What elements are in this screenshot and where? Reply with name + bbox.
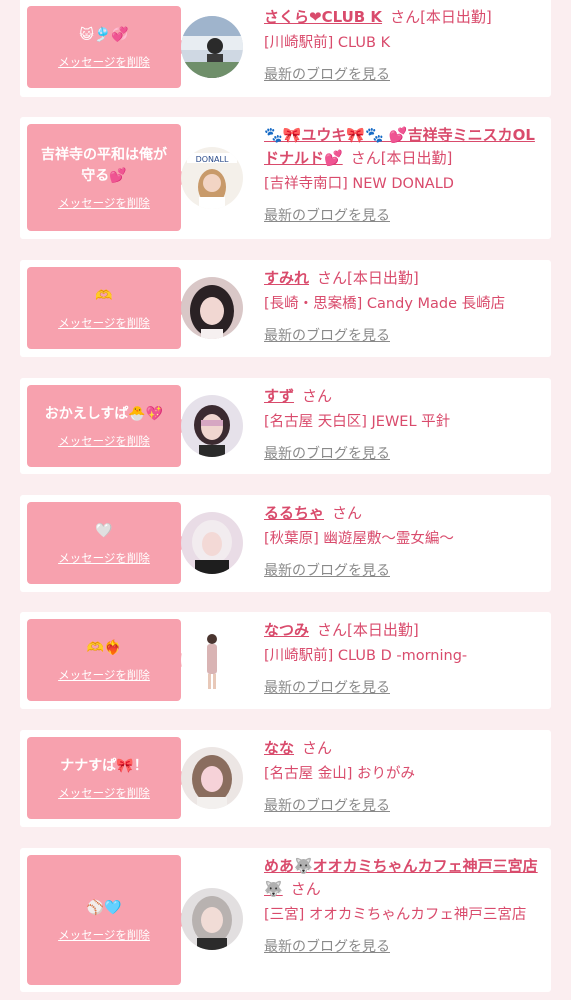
- avatar[interactable]: [181, 747, 243, 809]
- delete-message-link[interactable]: メッセージを削除: [58, 433, 150, 449]
- message-text: 🤍: [95, 522, 113, 539]
- delete-message-link[interactable]: メッセージを削除: [58, 195, 150, 211]
- entry-info: るるちゃ さん [秋葉原] 幽遊屋敷〜霊女編〜 最新のブログを見る: [264, 502, 546, 580]
- svg-text:DONALL: DONALL: [196, 155, 229, 164]
- message-bubble: 🤍 メッセージを削除: [27, 502, 188, 584]
- status-badge: [本日出勤]: [380, 149, 453, 167]
- girl-name-link[interactable]: なな: [264, 739, 294, 757]
- entry-info: さくら❤CLUB K さん[本日出勤] [川崎駅前] CLUB K 最新のブログを…: [264, 6, 546, 84]
- status-badge: [本日出勤]: [420, 8, 492, 26]
- message-card: 吉祥寺の平和は俺が守る💕 メッセージを削除 DONALL 🐾🎀ユウキ🎀🐾 💕吉祥…: [20, 117, 551, 239]
- message-card: ナナすぱ🎀！ メッセージを削除 なな さん [名古屋 金山] おりがみ 最新のブロ…: [20, 730, 551, 827]
- entry-info: すず さん [名古屋 天白区] JEWEL 平針 最新のブログを見る: [264, 385, 546, 463]
- blog-link[interactable]: 最新のブログを見る: [264, 560, 390, 580]
- girl-name-link[interactable]: るるちゃ: [264, 504, 324, 522]
- message-text: 🫶: [95, 287, 113, 304]
- entry-info: めあ🐺オオカミちゃんカフェ神戸三宮店🐺 さん [三宮] オオカミちゃんカフェ神戸三…: [264, 855, 546, 956]
- honorific: さん: [350, 149, 381, 167]
- blog-link[interactable]: 最新のブログを見る: [264, 677, 390, 697]
- message-bubble: 🫶 メッセージを削除: [27, 267, 188, 349]
- message-card: 🫶❤️‍🔥 メッセージを削除 なつみ さん[本日出勤] [川崎駅前] CLUB D…: [20, 612, 551, 709]
- blog-link[interactable]: 最新のブログを見る: [264, 64, 390, 84]
- blog-link[interactable]: 最新のブログを見る: [264, 205, 390, 225]
- girl-name-link[interactable]: さくら❤CLUB K: [264, 8, 382, 26]
- shop-name: [吉祥寺南口] NEW DONALD: [264, 176, 454, 192]
- message-bubble: ナナすぱ🎀！ メッセージを削除: [27, 737, 188, 819]
- status-badge: [本日出勤]: [347, 269, 419, 287]
- honorific: さん: [390, 8, 421, 26]
- avatar[interactable]: [181, 395, 243, 457]
- entry-info: なな さん [名古屋 金山] おりがみ 最新のブログを見る: [264, 737, 546, 815]
- message-text: ⚾🩵: [86, 899, 122, 916]
- entry-info: すみれ さん[本日出勤] [長崎・思案橋] Candy Made 長崎店 最新のブ…: [264, 267, 546, 345]
- delete-message-link[interactable]: メッセージを削除: [58, 927, 150, 943]
- entry-info: 🐾🎀ユウキ🎀🐾 💕吉祥寺ミニスカOLドナルド💕 さん[本日出勤] [吉祥寺南口] …: [264, 124, 546, 225]
- delete-message-link[interactable]: メッセージを削除: [58, 315, 150, 331]
- girl-name-link[interactable]: すず: [264, 387, 294, 405]
- avatar[interactable]: DONALL: [181, 147, 243, 209]
- honorific: さん: [317, 269, 348, 287]
- blog-link[interactable]: 最新のブログを見る: [264, 936, 390, 956]
- honorific: さん: [290, 880, 321, 898]
- girl-name-link[interactable]: すみれ: [264, 269, 309, 287]
- message-card: 😺🎐💞 メッセージを削除 さくら❤CLUB K さん[本日出勤] [川崎駅前] C…: [20, 0, 551, 97]
- blog-link[interactable]: 最新のブログを見る: [264, 325, 390, 345]
- message-text: 🫶❤️‍🔥: [86, 639, 122, 656]
- avatar[interactable]: [181, 629, 243, 691]
- message-bubble: 🫶❤️‍🔥 メッセージを削除: [27, 619, 188, 701]
- entry-info: なつみ さん[本日出勤] [川崎駅前] CLUB D -morning- 最新のブ…: [264, 619, 546, 697]
- message-card: 🤍 メッセージを削除 るるちゃ さん [秋葉原] 幽遊屋敷〜霊女編〜 最新のブログ…: [20, 495, 551, 592]
- honorific: さん: [332, 504, 363, 522]
- delete-message-link[interactable]: メッセージを削除: [58, 667, 150, 683]
- status-badge: [本日出勤]: [347, 621, 419, 639]
- avatar[interactable]: [181, 888, 243, 950]
- message-bubble: 😺🎐💞 メッセージを削除: [27, 6, 188, 88]
- delete-message-link[interactable]: メッセージを削除: [58, 54, 150, 70]
- message-bubble: ⚾🩵 メッセージを削除: [27, 855, 188, 985]
- message-bubble: 吉祥寺の平和は俺が守る💕 メッセージを削除: [27, 124, 188, 231]
- delete-message-link[interactable]: メッセージを削除: [58, 785, 150, 801]
- shop-name: [名古屋 天白区] JEWEL 平針: [264, 414, 451, 430]
- message-text: 😺🎐💞: [79, 26, 129, 43]
- message-text: 吉祥寺の平和は俺が守る💕: [41, 146, 167, 184]
- message-text: おかえしすぱ🐣💖: [44, 405, 164, 422]
- delete-message-link[interactable]: メッセージを削除: [58, 550, 150, 566]
- message-text: ナナすぱ🎀！: [60, 757, 148, 774]
- shop-name: [川崎駅前] CLUB K: [264, 35, 391, 51]
- blog-link[interactable]: 最新のブログを見る: [264, 443, 390, 463]
- blog-link[interactable]: 最新のブログを見る: [264, 795, 390, 815]
- shop-name: [長崎・思案橋] Candy Made 長崎店: [264, 296, 506, 312]
- shop-name: [川崎駅前] CLUB D -morning-: [264, 648, 468, 664]
- message-bubble: おかえしすぱ🐣💖 メッセージを削除: [27, 385, 188, 467]
- message-card: 🫶 メッセージを削除 すみれ さん[本日出勤] [長崎・思案橋] Candy Ma…: [20, 260, 551, 357]
- honorific: さん: [302, 739, 333, 757]
- avatar[interactable]: [181, 16, 243, 78]
- avatar[interactable]: [181, 277, 243, 339]
- shop-name: [秋葉原] 幽遊屋敷〜霊女編〜: [264, 531, 454, 547]
- shop-name: [三宮] オオカミちゃんカフェ神戸三宮店: [264, 907, 527, 923]
- avatar[interactable]: [181, 512, 243, 574]
- honorific: さん: [317, 621, 348, 639]
- honorific: さん: [302, 387, 333, 405]
- shop-name: [名古屋 金山] おりがみ: [264, 766, 416, 782]
- girl-name-link[interactable]: なつみ: [264, 621, 309, 639]
- message-card: おかえしすぱ🐣💖 メッセージを削除 すず さん [名古屋 天白区] JEWEL 平…: [20, 378, 551, 474]
- message-card: ⚾🩵 メッセージを削除 めあ🐺オオカミちゃんカフェ神戸三宮店🐺 さん [三宮] オ…: [20, 848, 551, 992]
